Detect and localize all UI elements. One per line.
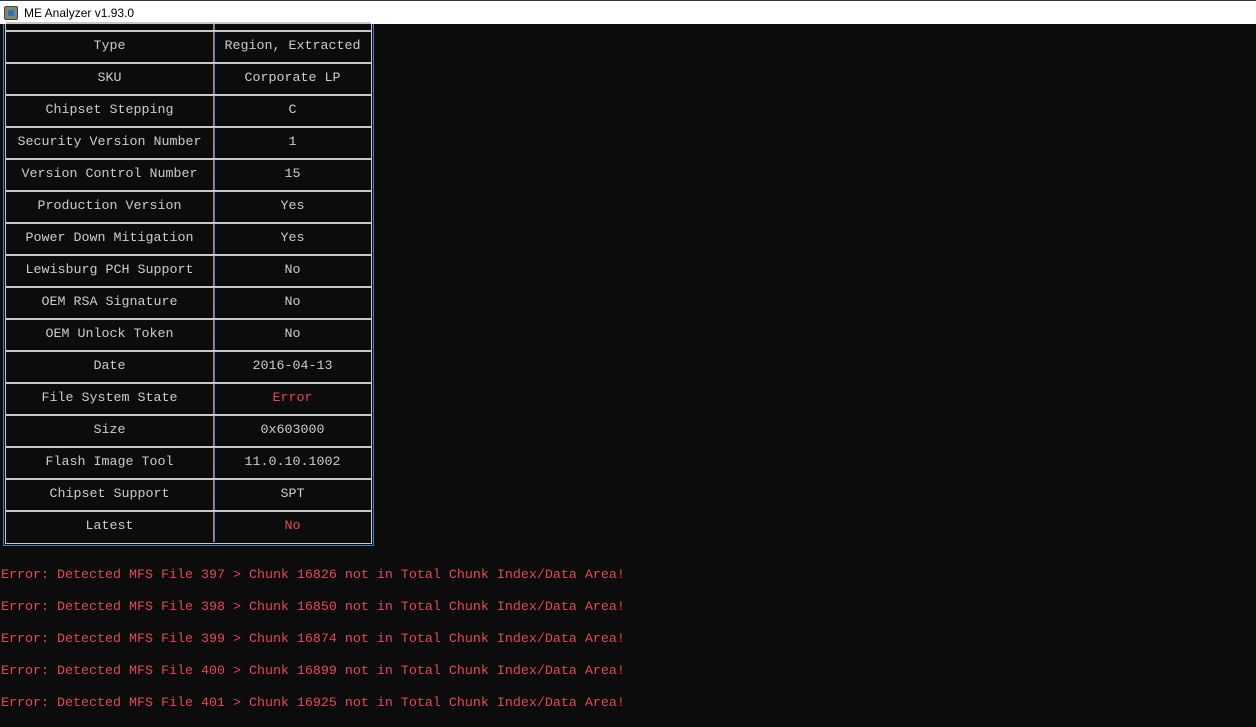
row-value: No xyxy=(284,327,301,342)
table-row: SKU Corporate LP xyxy=(6,62,371,94)
table-row: Production Version Yes xyxy=(6,190,371,222)
row-label: SKU xyxy=(6,64,214,94)
table-row: Chipset Stepping C xyxy=(6,94,371,126)
row-value: No xyxy=(284,263,301,278)
row-value: 11.0.10.1002 xyxy=(244,455,341,470)
table-row: Security Version Number 1 xyxy=(6,126,371,158)
table-row: OEM RSA Signature No xyxy=(6,286,371,318)
row-value: Region, Extracted xyxy=(224,39,361,54)
table-row: Type Region, Extracted xyxy=(6,30,371,62)
window-title: ME Analyzer v1.93.0 xyxy=(24,5,135,20)
row-label: OEM RSA Signature xyxy=(6,288,214,318)
row-label: Power Down Mitigation xyxy=(6,224,214,254)
row-label: Chipset Support xyxy=(6,480,214,510)
info-table-inner: Type Region, Extracted SKU Corporate LP Chip… xyxy=(5,22,372,544)
row-value: Yes xyxy=(280,199,305,214)
table-row: OEM Unlock Token No xyxy=(6,318,371,350)
table-row: Flash Image Tool 11.0.10.1002 xyxy=(6,446,371,478)
row-label: Security Version Number xyxy=(6,128,214,158)
table-row: Version Control Number 15 xyxy=(6,158,371,190)
table-row: Chipset Support SPT xyxy=(6,478,371,510)
row-label: File System State xyxy=(6,384,214,414)
row-label: OEM Unlock Token xyxy=(6,320,214,350)
row-value: 0x603000 xyxy=(260,423,325,438)
table-row: Power Down Mitigation Yes xyxy=(6,222,371,254)
row-value: 15 xyxy=(284,167,301,182)
table-row: Lewisburg PCH Support No xyxy=(6,254,371,286)
row-value: SPT xyxy=(280,487,305,502)
row-label: Chipset Stepping xyxy=(6,96,214,126)
table-row: File System State Error xyxy=(6,382,371,414)
table-row: Latest No xyxy=(6,510,371,542)
row-value: 1 xyxy=(288,135,297,150)
row-value: Yes xyxy=(280,231,305,246)
row-value: No xyxy=(284,519,301,534)
error-line: Error: Detected MFS File 400 > Chunk 168… xyxy=(1,664,625,679)
row-label: Latest xyxy=(6,512,214,542)
row-label: Type xyxy=(6,32,214,62)
row-label: Date xyxy=(6,352,214,382)
row-label: Lewisburg PCH Support xyxy=(6,256,214,286)
row-value: No xyxy=(284,295,301,310)
row-label: Flash Image Tool xyxy=(6,448,214,478)
table-row: Date 2016-04-13 xyxy=(6,350,371,382)
table-row: Size 0x603000 xyxy=(6,414,371,446)
error-line: Error: Detected MFS File 398 > Chunk 168… xyxy=(1,600,625,615)
app-chip-icon xyxy=(4,5,18,20)
title-bar: ME Analyzer v1.93.0 xyxy=(0,0,1256,24)
row-label: Size xyxy=(6,416,214,446)
info-table: Type Region, Extracted SKU Corporate LP Chip… xyxy=(3,22,374,546)
row-value: 2016-04-13 xyxy=(252,359,333,374)
error-line: Error: Detected MFS File 399 > Chunk 168… xyxy=(1,632,625,647)
row-label: Version Control Number xyxy=(6,160,214,190)
error-line: Error: Detected MFS File 401 > Chunk 169… xyxy=(1,696,625,711)
row-label: Production Version xyxy=(6,192,214,222)
row-value: Corporate LP xyxy=(244,71,341,86)
row-value: Error xyxy=(272,391,313,406)
row-value: C xyxy=(288,103,297,118)
error-line: Error: Detected MFS File 397 > Chunk 168… xyxy=(1,568,625,583)
